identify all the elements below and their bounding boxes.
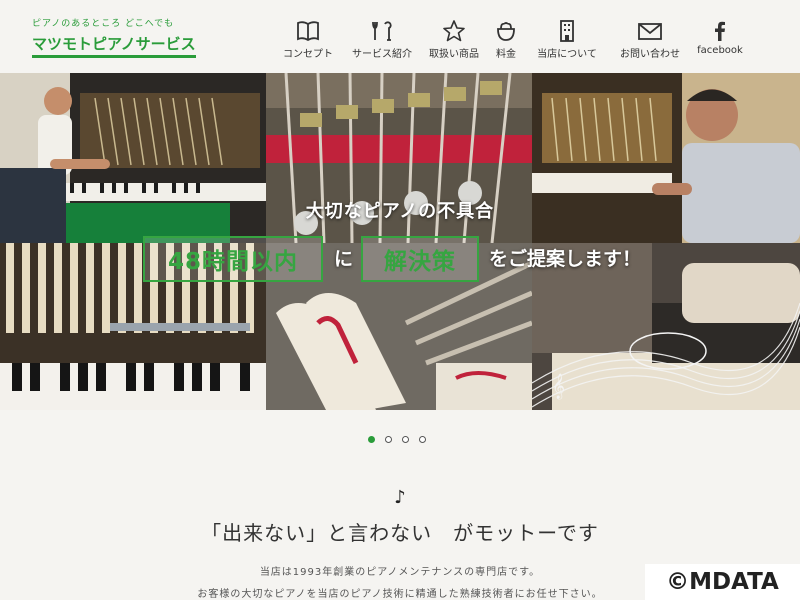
slider-pagination [368, 436, 426, 443]
main-nav: コンセプト サービス紹介 取扱い商品 料金 当店について お問い合わせ face… [274, 20, 748, 60]
hero-headline: 大切なピアノの不具合 [305, 201, 495, 222]
hero-joiner: に [334, 248, 354, 270]
nav-services[interactable]: サービス紹介 [342, 20, 422, 60]
facebook-icon [715, 21, 725, 41]
hero-suffix: をご提案します！ [489, 248, 642, 270]
tools-icon [372, 21, 392, 41]
nav-services-label: サービス紹介 [352, 49, 412, 60]
logo-tagline: ピアノのあるところ どこへでも [32, 19, 175, 29]
nav-contact[interactable]: お問い合わせ [608, 20, 692, 60]
hero-slider[interactable]: 𝄞 大切なピアノの不具合 48時間以内 に 解決策 をご提案します！ [0, 73, 800, 410]
nav-concept[interactable]: コンセプト [274, 20, 342, 60]
nav-facebook-label: facebook [697, 45, 743, 56]
nav-products[interactable]: 取扱い商品 [422, 20, 486, 60]
purse-icon [497, 22, 515, 41]
slider-dot-3[interactable] [402, 436, 409, 443]
mail-icon [638, 23, 662, 40]
logo-name: マツモトピアノサービス [32, 33, 196, 58]
slider-dot-1[interactable] [368, 436, 375, 443]
site-header: ピアノのあるところ どこへでも マツモトピアノサービス コンセプト サービス紹介… [0, 0, 800, 73]
music-note-icon: ♪ [394, 487, 406, 508]
watermark: ©MDATA [645, 564, 800, 600]
hero-box-48h: 48時間以内 [143, 236, 323, 282]
nav-about-label: 当店について [537, 49, 597, 60]
svg-text:𝄞: 𝄞 [552, 373, 565, 399]
star-icon [443, 20, 465, 42]
nav-pricing-label: 料金 [496, 49, 516, 60]
site-logo[interactable]: ピアノのあるところ どこへでも マツモトピアノサービス [32, 16, 196, 58]
hero-box-solution: 解決策 [361, 236, 479, 282]
nav-about[interactable]: 当店について [526, 20, 608, 60]
motto-heading: 「出来ない」と言わない がモットーです [201, 521, 599, 545]
nav-facebook[interactable]: facebook [692, 20, 748, 60]
slider-dot-2[interactable] [385, 436, 392, 443]
nav-contact-label: お問い合わせ [620, 49, 680, 60]
nav-products-label: 取扱い商品 [429, 49, 479, 60]
building-icon [560, 20, 574, 42]
nav-pricing[interactable]: 料金 [486, 20, 526, 60]
hero-tagline: 48時間以内 に 解決策 をご提案します！ [0, 236, 800, 282]
nav-concept-label: コンセプト [283, 49, 333, 60]
book-icon [297, 21, 319, 42]
slider-dot-4[interactable] [419, 436, 426, 443]
